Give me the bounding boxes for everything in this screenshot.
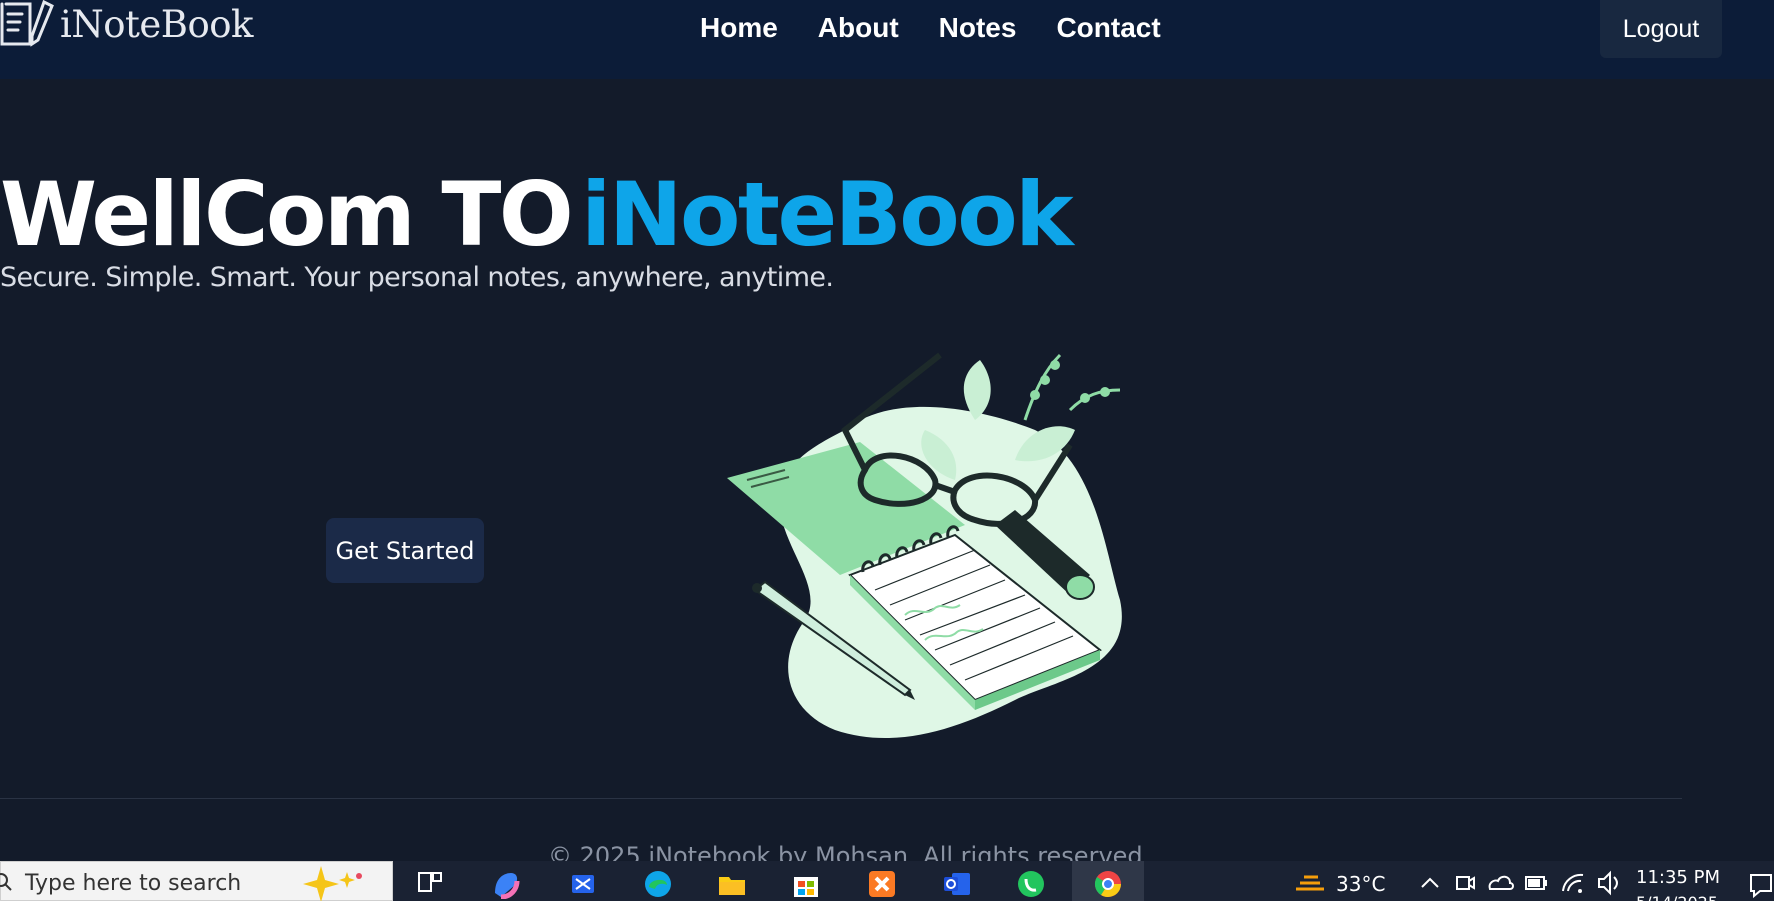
snip-icon[interactable] — [555, 861, 611, 901]
chrome-icon[interactable] — [1072, 861, 1144, 901]
search-icon — [0, 873, 12, 891]
temperature: 33°C — [1336, 872, 1386, 896]
search-placeholder: Type here to search — [25, 871, 242, 896]
nav-links: Home About Notes Contact — [700, 0, 1201, 56]
hero-title-brand: iNoteBook — [581, 163, 1074, 266]
file-explorer-icon[interactable] — [704, 861, 760, 901]
notebook-illustration — [727, 352, 1122, 739]
whatsapp-icon[interactable] — [1003, 861, 1059, 901]
outlook-icon[interactable] — [929, 861, 985, 901]
windows-taskbar: Type here to search 33°C 11:35 PM — [0, 861, 1774, 901]
logout-button[interactable]: Logout — [1600, 0, 1722, 58]
taskbar-date[interactable]: 5/14/2025 — [1636, 893, 1718, 901]
battery-icon[interactable] — [1524, 861, 1550, 901]
hero-title: WellCom TO iNoteBook — [0, 160, 1074, 270]
brand-name: iNoteBook — [60, 2, 253, 46]
notebook-pen-icon — [0, 0, 54, 47]
volume-icon[interactable] — [1596, 861, 1624, 901]
hero-subtitle: Secure. Simple. Smart. Your personal not… — [0, 262, 834, 293]
brand[interactable]: iNoteBook — [0, 0, 253, 48]
get-started-button[interactable]: Get Started — [326, 518, 484, 583]
task-view-icon[interactable] — [402, 861, 458, 901]
meet-now-icon[interactable] — [1454, 861, 1476, 901]
sparkle-icon — [303, 866, 362, 901]
notification-icon[interactable] — [1748, 861, 1774, 901]
ms-store-icon[interactable] — [778, 861, 834, 901]
taskbar-search[interactable]: Type here to search — [0, 861, 393, 901]
copilot-app-icon[interactable] — [478, 861, 534, 901]
nav-notes[interactable]: Notes — [939, 12, 1017, 44]
footer-divider — [0, 798, 1682, 799]
chevron-up-icon[interactable] — [1418, 861, 1442, 901]
nav-home[interactable]: Home — [700, 12, 778, 44]
edge-icon[interactable] — [630, 861, 686, 901]
taskbar-time[interactable]: 11:35 PM — [1636, 867, 1720, 888]
nav-contact[interactable]: Contact — [1056, 12, 1160, 44]
weather-icon[interactable] — [1290, 861, 1330, 901]
nav-about[interactable]: About — [818, 12, 899, 44]
onedrive-icon[interactable] — [1486, 861, 1514, 901]
xampp-icon[interactable] — [854, 861, 910, 901]
navbar: iNoteBook Home About Notes Contact Logou… — [0, 0, 1774, 79]
wifi-icon[interactable] — [1560, 861, 1586, 901]
hero-title-welcome: WellCom TO — [0, 163, 574, 266]
